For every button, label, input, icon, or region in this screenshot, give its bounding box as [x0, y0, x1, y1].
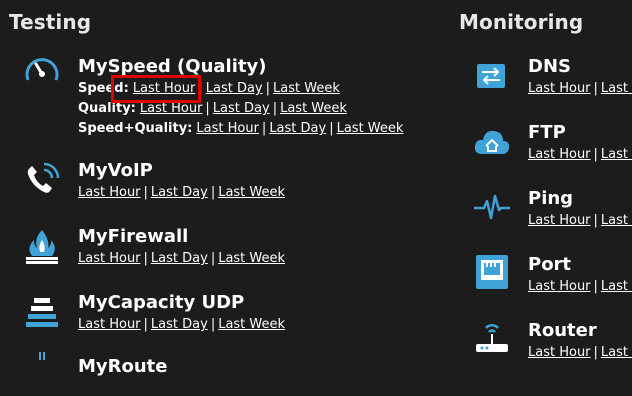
router-title: Router [528, 320, 597, 341]
myvoip-last-week-link[interactable]: Last Week [218, 185, 285, 200]
speed-quality-last-week-link[interactable]: Last Week [337, 121, 404, 136]
router-last-day-link[interactable]: Last Day [601, 345, 632, 360]
dns-last-day-link[interactable]: Last Day [601, 81, 632, 96]
ping-last-day-link[interactable]: Last Day [601, 213, 632, 228]
myspeed-speed-row: Speed: Last Hour | Last Day | Last Week [78, 81, 340, 96]
speedometer-icon [22, 52, 62, 92]
myvoip-title: MyVoIP [78, 160, 153, 181]
cloud-icon [472, 122, 512, 162]
monitoring-section-title: Monitoring [459, 10, 584, 34]
speed-label: Speed: [78, 81, 129, 96]
phone-icon [22, 160, 62, 200]
router-last-hour-link[interactable]: Last Hour [528, 345, 591, 360]
myroute-title: MyRoute [78, 356, 168, 377]
myfirewall-last-day-link[interactable]: Last Day [151, 251, 208, 266]
myfirewall-last-week-link[interactable]: Last Week [218, 251, 285, 266]
speed-quality-label: Speed+Quality: [78, 121, 193, 136]
ping-last-hour-link[interactable]: Last Hour [528, 213, 591, 228]
ftp-title: FTP [528, 122, 566, 143]
stack-icon [22, 292, 62, 332]
quality-last-week-link[interactable]: Last Week [280, 101, 347, 116]
mycapacity-last-hour-link[interactable]: Last Hour [78, 317, 141, 332]
testing-section-title: Testing [9, 10, 92, 34]
router-icon [472, 318, 512, 358]
myspeed-title: MySpeed (Quality) [78, 56, 267, 77]
port-last-hour-link[interactable]: Last Hour [528, 279, 591, 294]
ftp-last-day-link[interactable]: Last Day [601, 147, 632, 162]
myvoip-last-hour-link[interactable]: Last Hour [78, 185, 141, 200]
myfirewall-last-hour-link[interactable]: Last Hour [78, 251, 141, 266]
mycapacity-last-day-link[interactable]: Last Day [151, 317, 208, 332]
speed-last-hour-link[interactable]: Last Hour [133, 81, 196, 96]
mycapacity-title: MyCapacity UDP [78, 292, 245, 313]
pulse-icon [472, 188, 512, 228]
ftp-last-hour-link[interactable]: Last Hour [528, 147, 591, 162]
quality-last-hour-link[interactable]: Last Hour [140, 101, 203, 116]
quality-last-day-link[interactable]: Last Day [213, 101, 270, 116]
dns-last-hour-link[interactable]: Last Hour [528, 81, 591, 96]
ethernet-port-icon [472, 252, 512, 292]
myspeed-quality-row: Quality: Last Hour | Last Day | Last Week [78, 101, 347, 116]
ping-title: Ping [528, 188, 574, 209]
myspeed-speed-quality-row: Speed+Quality: Last Hour | Last Day | Last We… [78, 121, 404, 136]
myvoip-last-day-link[interactable]: Last Day [151, 185, 208, 200]
port-title: Port [528, 254, 572, 275]
mycapacity-last-week-link[interactable]: Last Week [218, 317, 285, 332]
speed-quality-last-hour-link[interactable]: Last Hour [196, 121, 259, 136]
speed-quality-last-day-link[interactable]: Last Day [269, 121, 326, 136]
speed-last-day-link[interactable]: Last Day [206, 81, 263, 96]
dns-title: DNS [528, 56, 571, 77]
route-icon [22, 352, 62, 392]
myfirewall-title: MyFirewall [78, 226, 189, 247]
port-last-day-link[interactable]: Last Day [601, 279, 632, 294]
quality-label: Quality: [78, 101, 136, 116]
speed-last-week-link[interactable]: Last Week [273, 81, 340, 96]
dns-icon [472, 56, 512, 96]
firewall-icon [22, 226, 62, 266]
